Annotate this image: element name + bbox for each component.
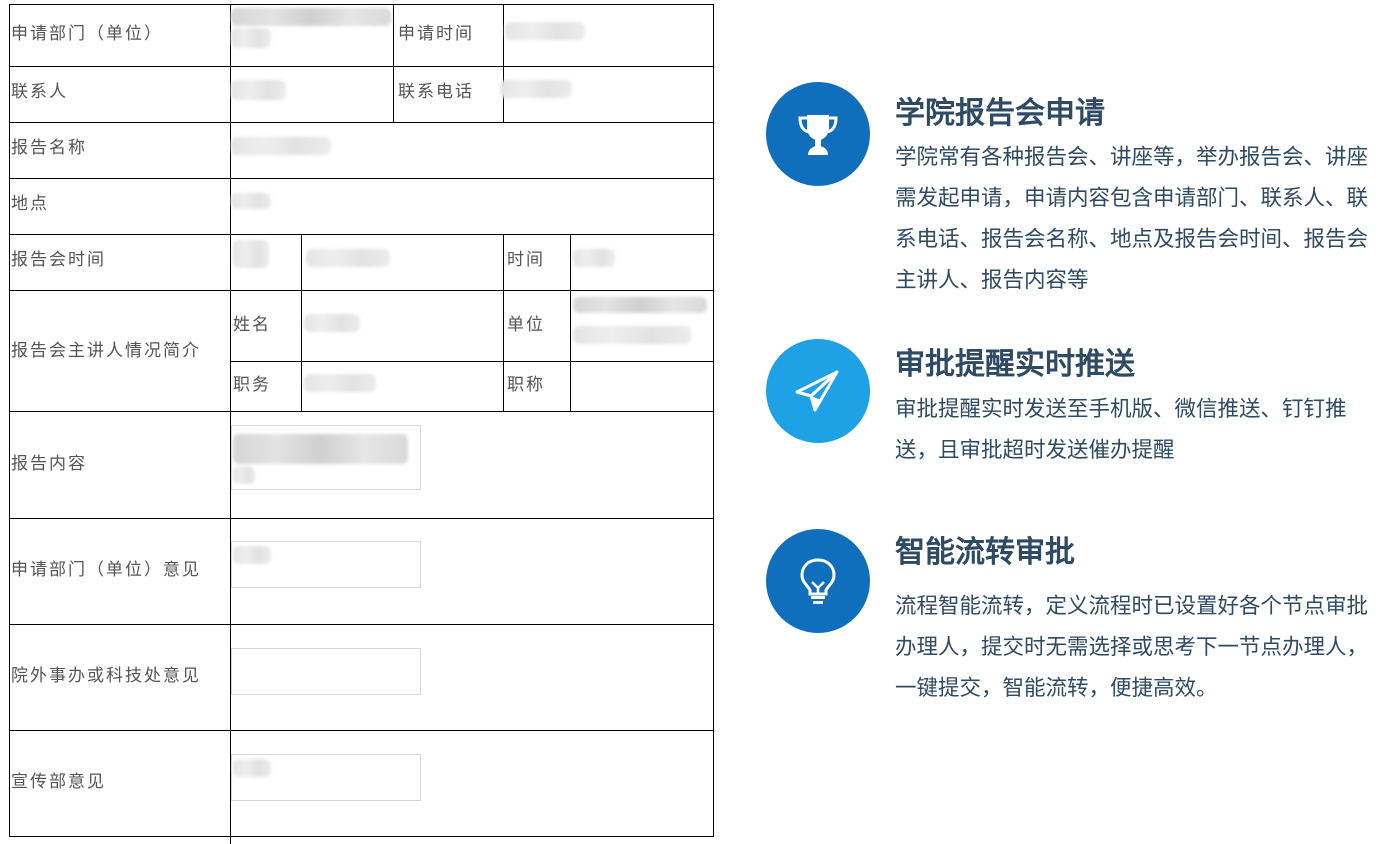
- report-application-form: 申请部门（单位） 申请时间 联系人 联系电话 报告名称 地点 报告会时间 时间 …: [0, 0, 714, 844]
- contact-phone-value[interactable]: [500, 80, 572, 98]
- publicity-opinion-label: 宣传部意见: [11, 772, 106, 792]
- speaker-name-value[interactable]: [304, 314, 360, 332]
- report-name-value[interactable]: [231, 137, 331, 155]
- feature-approval-push: 审批提醒实时推送 审批提醒实时发送至手机版、微信推送、钉钉推送，且审批超时发送催…: [766, 339, 1382, 479]
- dept-opinion-label: 申请部门（单位）意见: [11, 560, 201, 580]
- apply-dept-value-line2: [231, 28, 271, 48]
- feature-title: 智能流转审批: [895, 536, 1075, 569]
- dept-opinion-value: [233, 546, 271, 564]
- name-label: 姓名: [233, 315, 271, 335]
- time-value[interactable]: [573, 249, 615, 267]
- report-name-label: 报告名称: [11, 138, 87, 158]
- speaker-duty-value[interactable]: [304, 374, 376, 392]
- feature-title: 审批提醒实时推送: [895, 348, 1135, 381]
- lightbulb-icon: [766, 529, 870, 633]
- duty-label: 职务: [233, 375, 271, 395]
- apply-time-label: 申请时间: [398, 24, 474, 44]
- office-opinion-label: 院外事办或科技处意见: [11, 666, 201, 686]
- speaker-unit-value[interactable]: [573, 297, 707, 313]
- contact-label: 联系人: [11, 82, 68, 102]
- feature-smart-routing: 智能流转审批 流程智能流转，定义流程时已设置好各个节点审批办理人，提交时无需选择…: [766, 527, 1382, 727]
- contact-value[interactable]: [231, 80, 286, 100]
- trophy-icon: [766, 82, 870, 186]
- speaker-intro-label: 报告会主讲人情况简介: [11, 341, 201, 361]
- location-value[interactable]: [231, 193, 271, 209]
- feature-title: 学院报告会申请: [895, 97, 1105, 130]
- feature-description: 流程智能流转，定义流程时已设置好各个节点审批办理人，提交时无需选择或思考下一节点…: [895, 594, 1369, 700]
- unit-label: 单位: [507, 315, 545, 335]
- paper-plane-icon: [766, 339, 870, 443]
- office-opinion-input[interactable]: [231, 648, 421, 695]
- feature-description: 审批提醒实时发送至手机版、微信推送、钉钉推送，且审批超时发送催办提醒: [895, 397, 1347, 462]
- feature-report-application: 学院报告会申请 学院常有各种报告会、讲座等，举办报告会、讲座需发起申请，申请内容…: [766, 82, 1382, 312]
- location-label: 地点: [11, 194, 49, 214]
- feature-description: 学院常有各种报告会、讲座等，举办报告会、讲座需发起申请，申请内容包含申请部门、联…: [895, 145, 1369, 292]
- report-date-value-2[interactable]: [306, 249, 390, 267]
- report-time-label: 报告会时间: [11, 250, 106, 270]
- title-label: 职称: [507, 375, 545, 395]
- report-content-value: [233, 434, 408, 464]
- report-content-label: 报告内容: [11, 454, 87, 474]
- time-label: 时间: [507, 250, 545, 270]
- speaker-unit-value-line2: [573, 326, 691, 344]
- apply-dept-value[interactable]: [231, 8, 391, 26]
- apply-dept-label: 申请部门（单位）: [11, 24, 163, 44]
- publicity-opinion-value: [233, 759, 271, 777]
- contact-phone-label: 联系电话: [398, 82, 474, 102]
- report-date-value[interactable]: [233, 240, 269, 268]
- apply-time-value[interactable]: [505, 22, 585, 40]
- report-content-value-2: [233, 466, 255, 484]
